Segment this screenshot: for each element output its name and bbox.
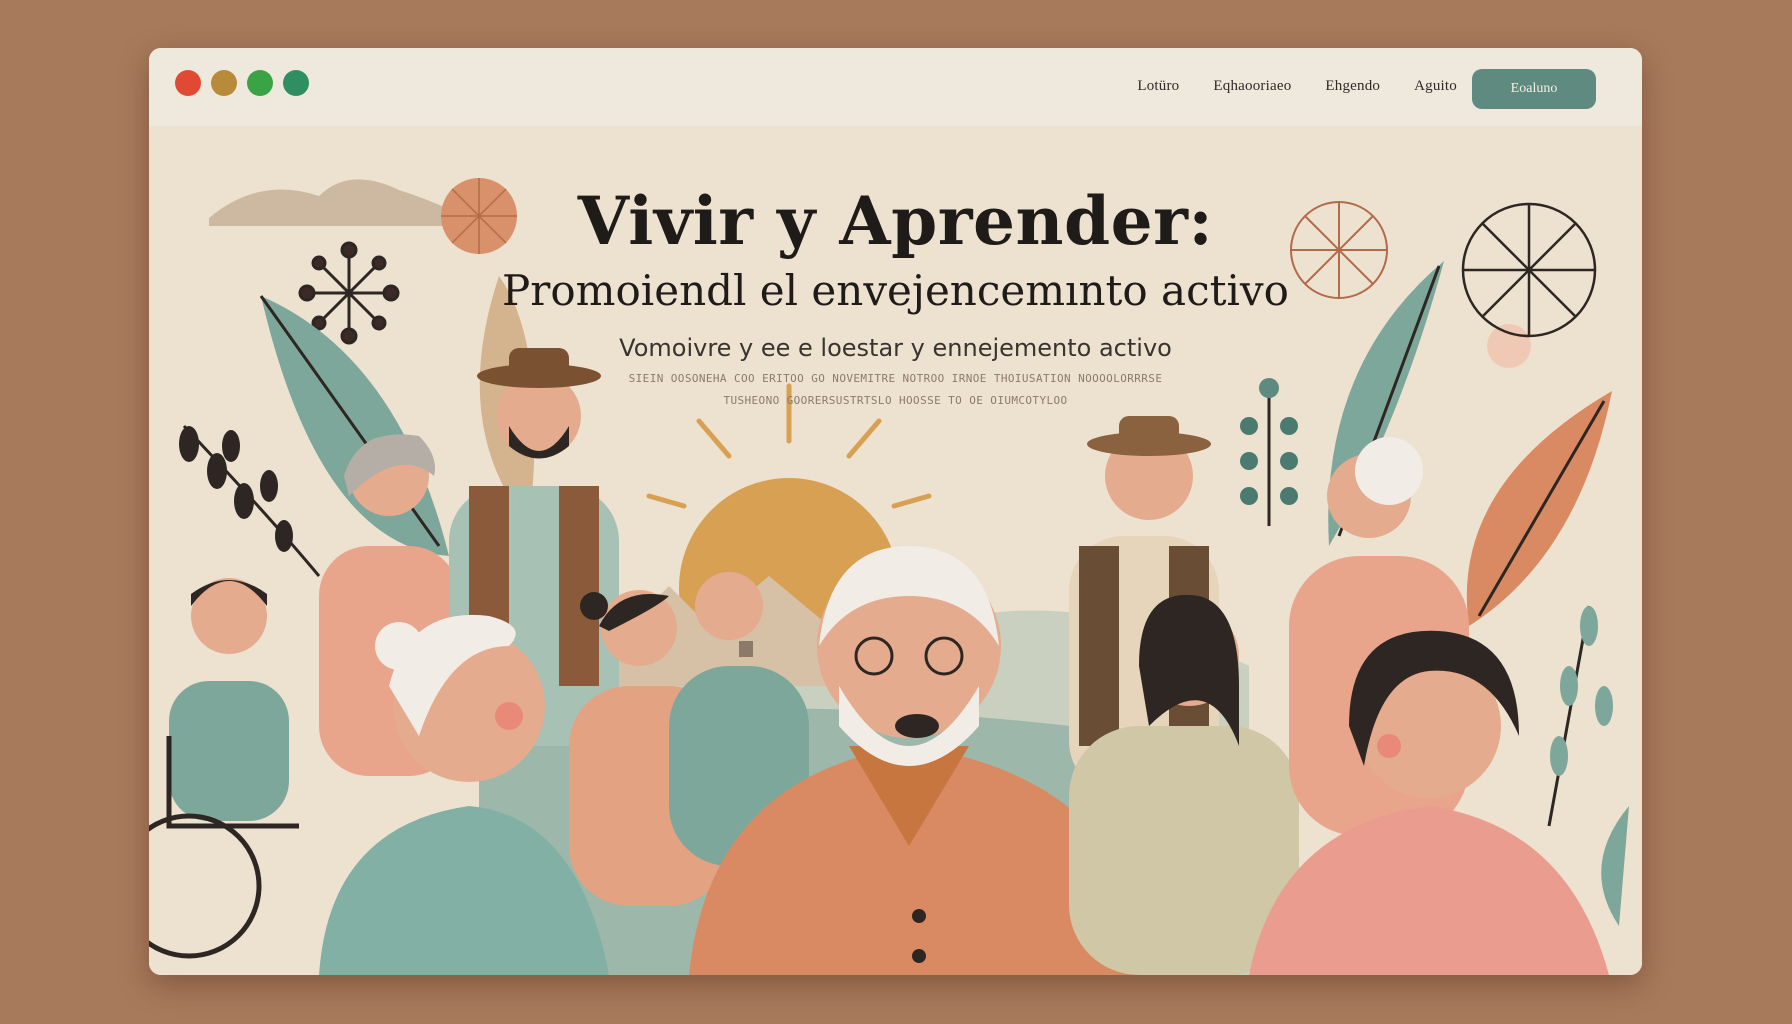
person-wheelchair — [149, 578, 299, 959]
browser-window: Lotüro Eqhaooriaeo Ehgendo Aguito Eoalun… — [149, 48, 1642, 975]
nav-link-3[interactable]: Ehgendo — [1325, 78, 1380, 95]
extra-window-dot[interactable] — [283, 70, 309, 96]
nav-link-1[interactable]: Lotüro — [1137, 78, 1179, 95]
hero-title: Vivir y Aprender: — [577, 182, 1214, 260]
hero-title-line2: Promoiendl el envejencemınto activo — [502, 266, 1289, 315]
top-navigation-bar: Lotüro Eqhaooriaeo Ehgendo Aguito Eoalun… — [149, 48, 1642, 126]
main-nav: Lotüro Eqhaooriaeo Ehgendo Aguito — [1137, 78, 1457, 95]
hero-subtitle: Vomoivre y ee e loestar y ennejemento ac… — [619, 334, 1172, 362]
hero-section: Vivir y Aprender: Promoiendl el envejenc… — [149, 126, 1642, 975]
minimize-window-dot[interactable] — [211, 70, 237, 96]
dark-branch-left — [179, 424, 321, 577]
hero-microtext-2: TUSHEONO GOORERSUSTRTSLO HOOSSE TO OE OI… — [723, 394, 1068, 407]
hero-microtext-1: SIEIN OOSONEHA COO ERITOO GO NOVEMITRE N… — [628, 372, 1163, 385]
nav-link-4[interactable]: Aguito — [1414, 78, 1457, 95]
close-window-dot[interactable] — [175, 70, 201, 96]
cta-button[interactable]: Eoaluno — [1472, 69, 1596, 109]
nav-link-2[interactable]: Eqhaooriaeo — [1213, 78, 1291, 95]
maximize-window-dot[interactable] — [247, 70, 273, 96]
window-controls — [175, 70, 309, 96]
